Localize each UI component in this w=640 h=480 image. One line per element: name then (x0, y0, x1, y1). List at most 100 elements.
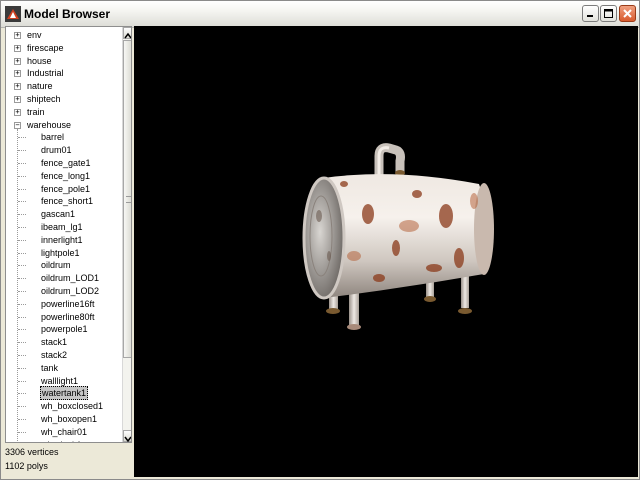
tree-category-label: train (27, 106, 45, 117)
collapse-icon[interactable]: − (14, 121, 21, 129)
tree-item-label: wh_boxclosed1 (41, 401, 104, 412)
tree-item-label: ibeam_lg1 (41, 222, 83, 232)
tree-branch-line (18, 342, 26, 344)
tree-branch-line (18, 303, 26, 305)
tree-branch-line (18, 150, 26, 152)
tree-item[interactable]: oildrum_LOD2 (6, 285, 120, 298)
scroll-up-button[interactable] (123, 27, 131, 39)
tree-branch-line (18, 227, 26, 228)
tree-item[interactable]: watertank1 (6, 386, 120, 401)
tree-item-label: barrel (41, 132, 65, 143)
tree-branch-line (18, 252, 26, 254)
tree-branch-line (18, 367, 26, 369)
model-tree[interactable]: + env + firescape + house + Industrial + nature + s… (5, 26, 132, 443)
tree-category[interactable]: − warehouse (6, 119, 120, 132)
tree-item[interactable]: drum01 (6, 144, 120, 157)
tree-branch-line (18, 137, 26, 139)
tree-item[interactable]: lightpole1 (6, 247, 120, 260)
tree-item-label: fence_gate1 (41, 158, 91, 168)
tree-category-label: Industrial (27, 68, 64, 79)
tree-item-label: drum01 (41, 145, 72, 156)
tree-category[interactable]: + house (6, 55, 120, 68)
tree-branch-line (18, 201, 26, 203)
tree-item-label: oildrum_LOD1 (41, 273, 100, 284)
tree-item-label: wh_boxopen1 (41, 414, 98, 424)
maximize-icon (604, 9, 613, 18)
tree-item-label: watertank1 (40, 386, 89, 401)
tree-branch-line (18, 419, 26, 420)
tree-category[interactable]: + nature (6, 80, 120, 93)
expand-icon[interactable]: + (14, 108, 21, 116)
minimize-icon (587, 15, 593, 17)
tree-item[interactable]: wh_boxclosed1 (6, 400, 120, 413)
tree-item-label: wh_desk1 (40, 439, 83, 442)
tree-item-label: tank (41, 362, 59, 373)
tree-item[interactable]: stack2 (6, 349, 120, 362)
poly-count: 1102 polys (5, 461, 48, 471)
tree-item[interactable]: powerline80ft (6, 311, 120, 324)
tree-item[interactable]: stack1 (6, 336, 120, 349)
expand-icon[interactable]: + (14, 57, 21, 65)
close-button[interactable] (619, 5, 636, 22)
app-icon (5, 6, 21, 22)
tree-category-label: house (27, 55, 52, 66)
tree-item[interactable]: fence_short1 (6, 195, 120, 208)
tree-item[interactable]: barrel (6, 131, 120, 144)
tree-item[interactable]: oildrum_LOD1 (6, 272, 120, 285)
tree-item-label: powerline80ft (41, 311, 95, 322)
tree-item[interactable]: oildrum (6, 259, 120, 272)
minimize-button[interactable] (582, 5, 599, 22)
tree-category[interactable]: + env (6, 29, 120, 42)
tree-item-label: oildrum (41, 260, 71, 271)
tree-item[interactable]: wh_boxopen1 (6, 413, 120, 426)
tree-item-label: gascan1 (41, 209, 76, 220)
tree-item[interactable]: fence_pole1 (6, 183, 120, 196)
tree-item[interactable]: tank (6, 362, 120, 375)
tree-branch-line (18, 431, 26, 433)
tree-branch-line (18, 265, 26, 267)
tree-branch-line (18, 380, 26, 382)
tree-item-label: wh_chair01 (41, 426, 88, 437)
tree-scrollbar[interactable] (122, 27, 131, 442)
tree-branch-line (18, 355, 26, 356)
title-bar[interactable]: Model Browser (1, 1, 639, 28)
tree-category[interactable]: + firescape (6, 42, 120, 55)
scroll-grip-icon (126, 196, 131, 203)
tree-item-label: powerpole1 (41, 324, 88, 335)
tree-item[interactable]: fence_long1 (6, 170, 120, 183)
model-browser-window: Model Browser + env + firescape + house + Indus… (0, 0, 640, 480)
tree-branch-line (18, 175, 26, 177)
expand-icon[interactable]: + (14, 83, 21, 91)
scroll-down-button[interactable] (123, 430, 131, 442)
expand-icon[interactable]: + (14, 44, 21, 52)
tree-branch-line (18, 214, 26, 216)
expand-icon[interactable]: + (14, 96, 21, 103)
tree-category[interactable]: + shiptech (6, 93, 120, 106)
tree-item[interactable]: powerline16ft (6, 298, 120, 311)
tree-item[interactable]: fence_gate1 (6, 157, 120, 170)
tree-category[interactable]: + train (6, 106, 120, 119)
tree-item-label: fence_short1 (41, 196, 94, 207)
tree-item[interactable]: ibeam_lg1 (6, 221, 120, 234)
maximize-button[interactable] (600, 5, 617, 22)
tree-item[interactable]: powerpole1 (6, 323, 120, 336)
tree-branch-line (18, 239, 26, 241)
tree-branch-line (18, 393, 26, 395)
tree-item[interactable]: wh_chair01 (6, 426, 120, 439)
expand-icon[interactable]: + (14, 32, 21, 39)
tree-branch-line (18, 316, 26, 318)
tree-item-label: fence_pole1 (41, 183, 91, 194)
window-title: Model Browser (24, 7, 111, 21)
tree-branch-line (18, 278, 26, 280)
tree-item[interactable]: wh_desk1 (6, 439, 120, 442)
scroll-thumb[interactable] (123, 40, 131, 358)
tree-category-label: nature (27, 81, 53, 92)
expand-icon[interactable]: + (14, 70, 21, 78)
tree-category[interactable]: + Industrial (6, 67, 120, 80)
watertank-model (302, 143, 494, 330)
tree-item[interactable]: gascan1 (6, 208, 120, 221)
tree-item[interactable]: innerlight1 (6, 234, 120, 247)
tree-branch-line (18, 188, 26, 190)
model-viewport[interactable] (134, 26, 638, 477)
tree-category-label: firescape (27, 42, 64, 53)
